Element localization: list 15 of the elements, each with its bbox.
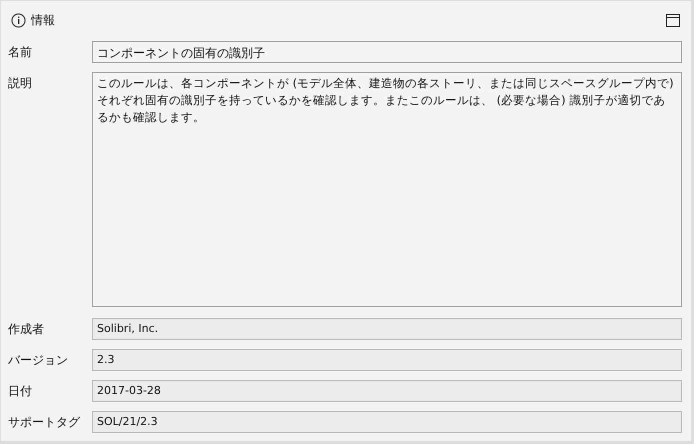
- field-label: バージョン: [8, 352, 69, 369]
- panel-title: 情報: [31, 12, 56, 29]
- field-label: サポートタグ: [8, 414, 82, 431]
- field-label: 日付: [8, 383, 33, 400]
- field-label: 作成者: [8, 321, 45, 338]
- field-label: 説明: [8, 75, 33, 92]
- text-area[interactable]: このルールは、各コンポーネントが (モデル全体、建造物の各ストーリ、または同じスペースグループ内で) それぞれ固有の識別子を持っているかを確認します。またこのルールは、 (必要な場合) 識別子が適切であるかも確認します。: [92, 72, 682, 307]
- maximize-icon[interactable]: [666, 14, 680, 27]
- input-field[interactable]: コンポーネントの固有の識別子: [92, 41, 682, 63]
- input-field[interactable]: 2017-03-28: [92, 380, 682, 402]
- input-field[interactable]: Solibri, Inc.: [92, 318, 682, 340]
- input-field[interactable]: SOL/21/2.3: [92, 411, 682, 433]
- info-icon: [11, 13, 26, 28]
- field-label: 名前: [8, 44, 33, 61]
- input-field[interactable]: 2.3: [92, 349, 682, 371]
